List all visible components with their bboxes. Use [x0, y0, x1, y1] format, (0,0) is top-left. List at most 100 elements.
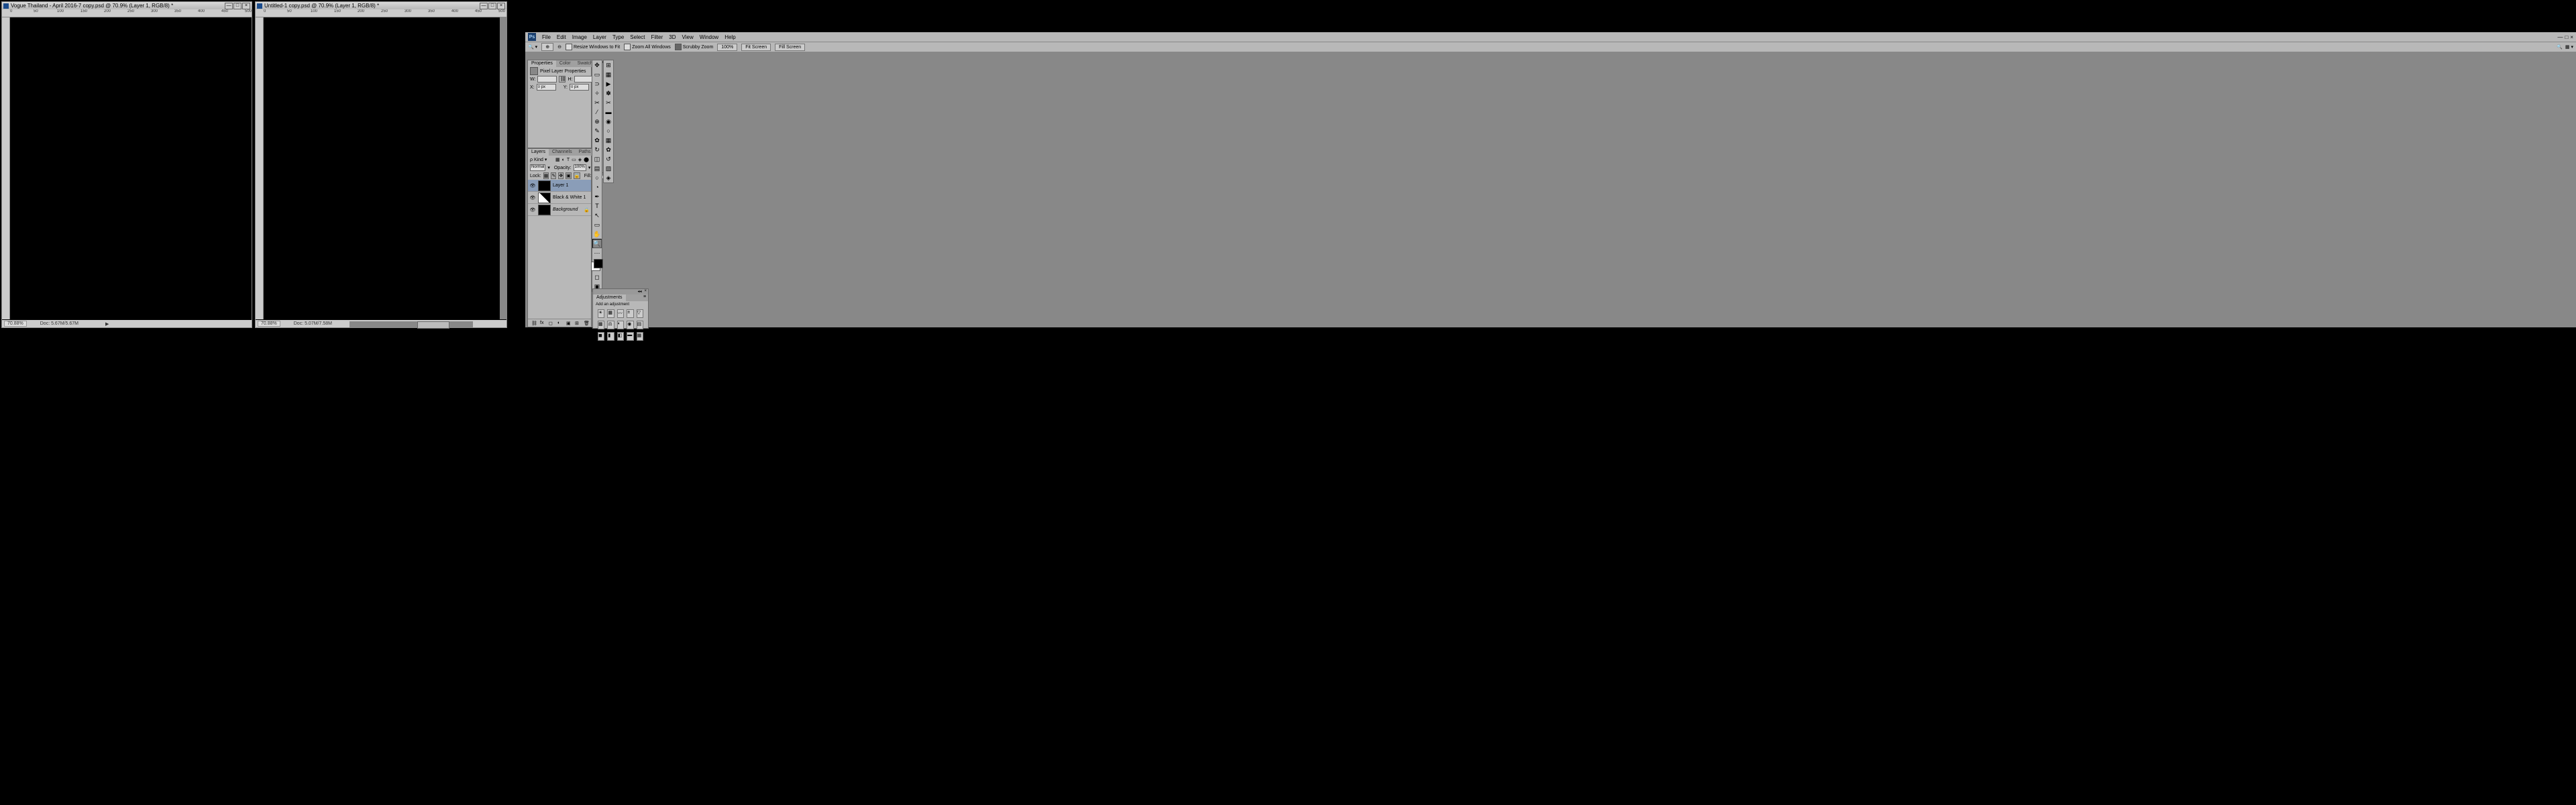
- zoom-out-icon[interactable]: ⊖: [557, 44, 561, 50]
- w-field[interactable]: [537, 76, 557, 83]
- heal-tool-icon[interactable]: ⊕: [592, 117, 602, 126]
- delete-layer-icon[interactable]: 🗑: [584, 321, 589, 326]
- opacity-field[interactable]: 100%: [574, 164, 586, 171]
- posterize-icon[interactable]: ▮: [607, 332, 614, 341]
- layer-row-2[interactable]: 👁 Black & White 1: [528, 192, 591, 204]
- lock-artboard-icon[interactable]: ▣: [566, 172, 572, 179]
- selective-color-icon[interactable]: ▦: [637, 332, 643, 341]
- menu-layer[interactable]: Layer: [593, 34, 606, 40]
- maximize-button[interactable]: □: [488, 3, 496, 9]
- x-field[interactable]: [537, 84, 556, 91]
- panel-menu-icon[interactable]: ≡: [641, 294, 648, 301]
- y-field[interactable]: [570, 84, 589, 91]
- artboard-tool-icon[interactable]: ⊞: [604, 60, 613, 70]
- menu-3d[interactable]: 3D: [669, 34, 676, 40]
- menu-edit[interactable]: Edit: [557, 34, 566, 40]
- canvas-1[interactable]: [10, 17, 250, 319]
- hand-tool-icon[interactable]: ✋: [592, 229, 602, 239]
- blend-mode-select[interactable]: Normal: [530, 164, 545, 171]
- app-maximize-button[interactable]: □: [2565, 34, 2568, 40]
- app-minimize-button[interactable]: —: [2557, 34, 2563, 40]
- color-swatches[interactable]: [594, 259, 600, 271]
- zoom-tool-icon[interactable]: 🔍 ▾: [528, 44, 537, 50]
- curves-icon[interactable]: 〰: [617, 309, 624, 318]
- history-brush-icon[interactable]: ↻: [592, 145, 602, 154]
- menu-view[interactable]: View: [682, 34, 694, 40]
- zoom-100-button[interactable]: 100%: [717, 44, 737, 51]
- scrollbar-vertical[interactable]: [500, 17, 506, 319]
- panel-close-icon[interactable]: ×: [643, 289, 648, 294]
- select-subject-icon[interactable]: ▶: [604, 79, 613, 89]
- fill-screen-button[interactable]: Fill Screen: [775, 44, 805, 51]
- maximize-button[interactable]: □: [233, 3, 241, 9]
- brush-tool-icon[interactable]: ✎: [592, 126, 602, 136]
- hue-icon[interactable]: ▦: [598, 321, 604, 329]
- ruler-vertical[interactable]: [256, 17, 264, 319]
- gradient-map-icon[interactable]: ▬: [627, 332, 633, 341]
- visibility-icon[interactable]: 👁: [529, 207, 536, 213]
- layer-name[interactable]: Background: [553, 207, 578, 212]
- tab-color[interactable]: Color: [556, 60, 574, 67]
- visibility-icon[interactable]: 👁: [529, 195, 536, 201]
- invert-icon[interactable]: ◼: [598, 332, 604, 341]
- slice-tool-icon[interactable]: ✂: [604, 98, 613, 107]
- visibility-icon[interactable]: 👁: [529, 182, 536, 189]
- layer-thumbnail[interactable]: [538, 180, 551, 191]
- new-group-icon[interactable]: ▣: [566, 321, 572, 326]
- adjustment-thumbnail[interactable]: [538, 193, 551, 203]
- ps-logo-icon[interactable]: Ps: [528, 33, 536, 41]
- layer-thumbnail[interactable]: [538, 205, 551, 215]
- link-layers-icon[interactable]: ⛓: [531, 321, 537, 326]
- menu-type[interactable]: Type: [612, 34, 624, 40]
- ruler-horizontal[interactable]: 0501001502002503003504004505005506006507…: [2, 9, 252, 17]
- scrubby-zoom-checkbox[interactable]: [675, 44, 682, 50]
- filter-pixel-icon[interactable]: ▦: [555, 157, 560, 162]
- lock-transparency-icon[interactable]: ▦: [543, 172, 549, 179]
- search-icon[interactable]: 🔍: [2557, 44, 2563, 50]
- filter-adjust-icon[interactable]: ◐: [562, 158, 565, 162]
- app-close-button[interactable]: ×: [2570, 34, 2573, 40]
- layer-row-3[interactable]: 👁 Background 🔒: [528, 204, 591, 216]
- eraser-tool-icon[interactable]: ◫: [592, 154, 602, 164]
- wand-tool-icon[interactable]: ✧: [592, 89, 602, 98]
- menu-select[interactable]: Select: [630, 34, 645, 40]
- channel-mixer-icon[interactable]: ▤: [637, 321, 643, 329]
- titlebar-2[interactable]: Untitled-1 copy.psd @ 70.9% (Layer 1, RG…: [256, 2, 506, 9]
- shape-tool-icon[interactable]: ▭: [592, 220, 602, 229]
- dodge-tool-icon[interactable]: ◔: [592, 182, 602, 192]
- ruler-horizontal[interactable]: 0501001502002503003504004505005506006507…: [256, 9, 506, 17]
- new-layer-icon[interactable]: ⊞: [575, 321, 580, 326]
- zoom-all-checkbox[interactable]: [624, 44, 631, 50]
- layer-mask-icon[interactable]: ◻: [549, 321, 554, 326]
- lock-pixels-icon[interactable]: ✎: [551, 172, 556, 179]
- tab-properties[interactable]: Properties: [528, 60, 556, 67]
- minimize-button[interactable]: —: [480, 3, 488, 9]
- new-adjustment-icon[interactable]: ◐: [557, 321, 563, 326]
- ruler-tool-icon[interactable]: ▬: [604, 107, 613, 117]
- count-tool-icon[interactable]: ○: [604, 126, 613, 136]
- tab-channels[interactable]: Channels: [549, 149, 576, 156]
- lock-position-icon[interactable]: ✥: [558, 172, 564, 179]
- layer-name[interactable]: Black & White 1: [553, 195, 586, 200]
- path-tool-icon[interactable]: ↖: [592, 211, 602, 220]
- layer-style-icon[interactable]: fx: [540, 321, 545, 326]
- lasso-tool-icon[interactable]: ⊃: [592, 79, 602, 89]
- exposure-icon[interactable]: ±: [627, 309, 633, 318]
- link-wh-icon[interactable]: ⛓: [559, 76, 566, 83]
- zoom-field[interactable]: 70.88%: [4, 321, 27, 327]
- bucket-tool-icon[interactable]: ▨: [604, 164, 613, 173]
- menu-image[interactable]: Image: [572, 34, 587, 40]
- 3d-tool-icon[interactable]: ◈: [604, 173, 613, 182]
- menu-help[interactable]: Help: [724, 34, 735, 40]
- blur-tool-icon[interactable]: ○: [592, 173, 602, 182]
- foreground-color[interactable]: [594, 259, 603, 268]
- ruler-vertical[interactable]: [2, 17, 10, 319]
- object-select-icon[interactable]: ✽: [604, 89, 613, 98]
- menu-window[interactable]: Window: [700, 34, 718, 40]
- vibrance-icon[interactable]: ▽: [637, 309, 643, 318]
- type-tool-icon[interactable]: T: [592, 201, 602, 211]
- minimize-button[interactable]: —: [225, 3, 233, 9]
- quickmask-icon[interactable]: ◻: [592, 272, 602, 282]
- layer-row-1[interactable]: 👁 Layer 1: [528, 180, 591, 192]
- art-history-icon[interactable]: ↺: [604, 154, 613, 164]
